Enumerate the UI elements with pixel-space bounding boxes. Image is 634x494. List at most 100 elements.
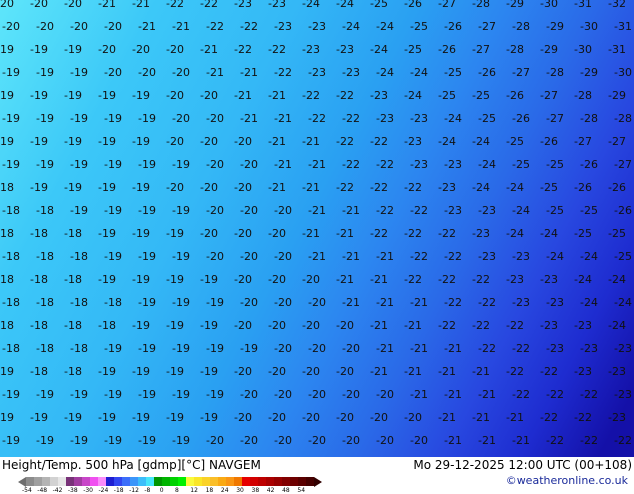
temperature-label: -20 xyxy=(268,227,286,240)
temperature-label: -28 xyxy=(472,0,490,10)
temperature-label: -25 xyxy=(608,227,626,240)
temperature-label: -31 xyxy=(614,20,632,33)
temperature-label: -22 xyxy=(370,135,388,148)
temperature-label: -24 xyxy=(546,250,564,263)
temperature-label: -21 xyxy=(376,250,394,263)
temperature-label: -18 xyxy=(36,250,54,263)
temperature-label: -22 xyxy=(404,227,422,240)
temperature-label: -18 xyxy=(70,250,88,263)
legend-swatch xyxy=(194,477,202,486)
temperature-label: -22 xyxy=(410,204,428,217)
temperature-label: -25 xyxy=(580,204,598,217)
legend-swatch xyxy=(178,477,186,486)
temperature-label: -19 xyxy=(166,411,184,424)
legend-tick: 12 xyxy=(190,487,198,494)
temperature-label: -19 xyxy=(240,342,258,355)
temperature-label: -19 xyxy=(70,204,88,217)
temperature-label: -26 xyxy=(404,0,422,10)
temperature-label: -23 xyxy=(608,365,626,378)
temperature-label: -20 xyxy=(0,0,14,10)
temperature-label: -22 xyxy=(506,319,524,332)
temperature-label: -22 xyxy=(268,43,286,56)
temperature-label: -19 xyxy=(132,135,150,148)
temperature-label: -21 xyxy=(438,411,456,424)
temperature-label: -24 xyxy=(376,20,394,33)
temperature-label: -20 xyxy=(2,20,20,33)
temperature-label: -26 xyxy=(478,66,496,79)
temperature-label: -21 xyxy=(404,365,422,378)
temperature-label: -19 xyxy=(104,342,122,355)
temperature-label: -19 xyxy=(206,296,224,309)
temperature-label: -22 xyxy=(438,227,456,240)
temperature-label: -26 xyxy=(574,181,592,194)
temperature-label: -21 xyxy=(240,112,258,125)
temperature-label: -19 xyxy=(200,411,218,424)
temperature-label: -20 xyxy=(166,89,184,102)
temperature-label: -22 xyxy=(166,0,184,10)
temperature-label: -20 xyxy=(240,250,258,263)
temperature-label: -23 xyxy=(540,273,558,286)
temperature-label: -26 xyxy=(506,89,524,102)
temperature-label: -27 xyxy=(478,20,496,33)
temperature-label: -22 xyxy=(540,411,558,424)
legend-tick: 48 xyxy=(282,487,290,494)
temperature-label: -21 xyxy=(472,365,490,378)
temperature-label: -19 xyxy=(138,342,156,355)
temperature-label: -27 xyxy=(608,135,626,148)
temperature-label: -20 xyxy=(240,204,258,217)
temperature-label: -19 xyxy=(138,204,156,217)
temperature-label: -20 xyxy=(36,20,54,33)
temperature-label: -22 xyxy=(574,411,592,424)
temperature-label: -20 xyxy=(302,273,320,286)
temperature-label: -19 xyxy=(172,158,190,171)
temperature-label: -23 xyxy=(478,250,496,263)
temperature-label: -18 xyxy=(64,319,82,332)
legend-swatch xyxy=(242,477,250,486)
temperature-label: -24 xyxy=(410,66,428,79)
temperature-label: -23 xyxy=(336,43,354,56)
temperature-label: -22 xyxy=(478,296,496,309)
temperature-label: -19 xyxy=(2,112,20,125)
temperature-label: -24 xyxy=(608,273,626,286)
temperature-label: -18 xyxy=(30,319,48,332)
temperature-label: -22 xyxy=(342,112,360,125)
temperature-label: -22 xyxy=(478,342,496,355)
temperature-label: -24 xyxy=(478,158,496,171)
credit-link[interactable]: ©weatheronline.co.uk xyxy=(506,474,628,487)
temperature-label: -19 xyxy=(2,434,20,447)
temperature-label: -20 xyxy=(206,158,224,171)
temperature-label: -21 xyxy=(506,411,524,424)
temperature-label: -20 xyxy=(104,20,122,33)
legend-tick: 38 xyxy=(251,487,260,494)
legend-arrow-left xyxy=(18,476,26,487)
temperature-label: -21 xyxy=(404,319,422,332)
temperature-label: -23 xyxy=(540,319,558,332)
temperature-label: -24 xyxy=(438,135,456,148)
temperature-label: -22 xyxy=(546,434,564,447)
legend-swatch xyxy=(186,477,194,486)
temperature-label: -20 xyxy=(104,66,122,79)
temperature-label: -32 xyxy=(608,0,626,10)
temperature-label: -19 xyxy=(0,43,14,56)
temperature-label: -20 xyxy=(336,411,354,424)
temperature-label: -21 xyxy=(410,296,428,309)
temperature-label: -19 xyxy=(172,434,190,447)
legend-swatch xyxy=(98,477,106,486)
temperature-label: -19 xyxy=(98,365,116,378)
temperature-label: -23 xyxy=(546,296,564,309)
temperature-label: -20 xyxy=(268,365,286,378)
temperature-label: -22 xyxy=(376,158,394,171)
temperature-label: -29 xyxy=(580,66,598,79)
temperature-label: -20 xyxy=(200,181,218,194)
temperature-label: -25 xyxy=(444,66,462,79)
legend-arrow-right xyxy=(314,476,322,487)
temperature-label: -22 xyxy=(308,112,326,125)
legend-tick: -48 xyxy=(37,487,48,494)
temperature-label: -18 xyxy=(64,365,82,378)
temperature-label: -25 xyxy=(546,158,564,171)
legend-swatch xyxy=(170,477,178,486)
temperature-label: -28 xyxy=(614,112,632,125)
temperature-label: -25 xyxy=(546,204,564,217)
temperature-label: -19 xyxy=(30,135,48,148)
temperature-label: -25 xyxy=(540,181,558,194)
